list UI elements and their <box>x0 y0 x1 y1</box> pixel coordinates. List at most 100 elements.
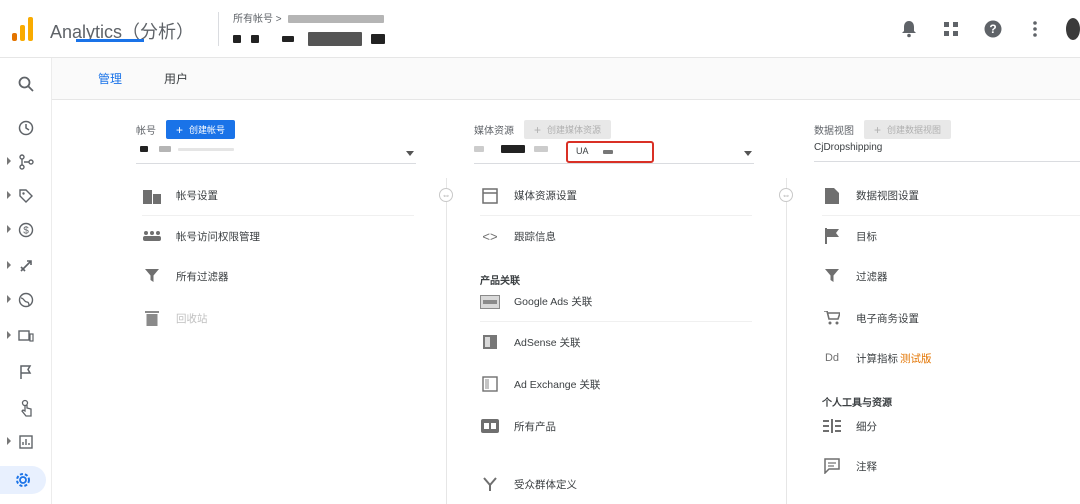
gear-icon[interactable] <box>0 466 46 494</box>
list-item[interactable]: 目标 <box>822 216 1080 256</box>
account-header-label: 帐号 <box>136 126 156 137</box>
list-item[interactable]: 受众群体定义 <box>480 464 752 504</box>
all-products-label: 所有产品 <box>514 420 556 433</box>
plus-icon: + <box>534 122 542 137</box>
breadcrumb[interactable]: 所有帐号 > <box>233 10 385 25</box>
list-item[interactable]: <> 跟踪信息 <box>480 216 752 256</box>
trash-icon <box>142 308 162 328</box>
audience-icon <box>480 474 500 494</box>
create-view-button[interactable]: + 创建数据视图 <box>864 120 952 139</box>
create-property-label: 创建媒体资源 <box>547 125 602 135</box>
calculated-metrics-label: 计算指标 <box>856 352 898 365</box>
apps-grid-icon[interactable] <box>940 18 962 40</box>
create-account-button[interactable]: + 创建帐号 <box>166 120 236 139</box>
filters-label: 过滤器 <box>856 270 888 283</box>
top-icons: ? <box>898 17 1080 41</box>
list-item[interactable]: 注释 <box>822 446 1080 486</box>
chevron-down-icon <box>744 151 752 156</box>
list-item[interactable]: 细分 <box>822 406 1080 446</box>
help-icon[interactable]: ? <box>982 18 1004 40</box>
plus-icon: + <box>874 122 882 137</box>
list-item[interactable]: AdSense 关联 <box>480 322 752 362</box>
flag-icon[interactable] <box>0 358 52 386</box>
tab-admin[interactable]: 管理 <box>98 70 122 87</box>
goal-flag-icon <box>822 226 842 246</box>
list-item[interactable]: 媒体资源设置 <box>480 176 752 216</box>
list-item[interactable]: 电子商务设置 <box>822 298 1080 338</box>
create-view-label: 创建数据视图 <box>887 125 942 135</box>
list-item[interactable]: 所有过滤器 <box>142 256 414 296</box>
list-item[interactable]: Dd 计算指标 测试版 <box>822 338 1080 378</box>
tracking-id-highlight[interactable]: UA <box>566 141 654 163</box>
adsense-icon <box>480 332 500 352</box>
calculated-metrics-icon: Dd <box>824 352 840 364</box>
segments-icon <box>822 416 842 436</box>
more-vert-icon[interactable] <box>1024 18 1046 40</box>
account-access-label: 帐号访问权限管理 <box>176 230 260 243</box>
list-item[interactable]: Google Ads 关联 <box>480 282 752 322</box>
all-filters-label: 所有过滤器 <box>176 270 229 283</box>
filter-icon <box>822 266 842 286</box>
filter-icon <box>142 266 162 286</box>
customization-icon[interactable] <box>0 148 52 176</box>
list-item[interactable]: 过滤器 <box>822 256 1080 296</box>
bell-icon[interactable] <box>898 18 920 40</box>
annotations-label: 注释 <box>856 460 877 473</box>
admin-tabs: 管理 用户 <box>52 58 1080 100</box>
tracking-info-label: 跟踪信息 <box>514 230 556 243</box>
column-divider <box>786 178 787 504</box>
ad-exchange-icon <box>480 374 500 394</box>
breadcrumb-all-accounts[interactable]: 所有帐号 > <box>233 14 282 25</box>
view-settings-label: 数据视图设置 <box>856 190 919 202</box>
list-item[interactable]: 回收站 <box>142 298 414 338</box>
header-divider <box>218 12 219 46</box>
view-column: 数据视图 + 创建数据视图 CjDropshipping 数据视图设置 目标 过… <box>814 100 1080 504</box>
view-dropdown[interactable]: CjDropshipping <box>814 142 1080 162</box>
acquisition-icon[interactable] <box>0 252 52 280</box>
shopping-cart-icon <box>822 308 842 328</box>
globe-icon[interactable] <box>0 286 52 314</box>
avatar[interactable] <box>1066 18 1080 40</box>
ecommerce-settings-label: 电子商务设置 <box>856 312 919 325</box>
audience-definitions-label: 受众群体定义 <box>514 478 577 491</box>
people-icon <box>142 226 162 246</box>
list-item[interactable]: 数据视图设置 <box>822 176 1080 216</box>
google-ads-icon <box>480 292 500 312</box>
building-icon <box>142 186 162 206</box>
list-item[interactable]: 帐号设置 <box>142 176 414 216</box>
devices-icon[interactable] <box>0 322 52 350</box>
plus-icon: + <box>176 122 184 137</box>
account-dropdown[interactable] <box>136 144 416 164</box>
report-icon[interactable] <box>0 428 52 456</box>
view-column-header: 数据视图 + 创建数据视图 <box>814 120 952 139</box>
account-selector[interactable] <box>233 30 385 46</box>
column-link-icon: ⇔ <box>439 188 453 202</box>
ad-exchange-link-label: Ad Exchange 关联 <box>514 378 601 391</box>
tag-icon[interactable] <box>0 182 52 210</box>
document-icon <box>822 186 842 206</box>
view-header-label: 数据视图 <box>814 126 854 137</box>
touch-icon[interactable] <box>0 394 52 422</box>
account-settings-label: 帐号设置 <box>176 190 218 202</box>
create-property-button[interactable]: + 创建媒体资源 <box>524 120 612 139</box>
search-icon[interactable] <box>0 70 52 98</box>
list-item[interactable]: 所有产品 <box>480 406 752 446</box>
create-account-label: 创建帐号 <box>189 125 226 135</box>
list-item[interactable]: Ad Exchange 关联 <box>480 364 752 404</box>
segments-label: 细分 <box>856 420 877 433</box>
adsense-link-label: AdSense 关联 <box>514 336 581 349</box>
left-navigation-rail: $ <box>0 58 52 504</box>
goals-label: 目标 <box>856 230 877 243</box>
dollar-icon[interactable]: $ <box>0 216 52 244</box>
analytics-logo[interactable] <box>10 15 36 41</box>
trash-label: 回收站 <box>176 312 208 325</box>
chevron-down-icon <box>406 151 414 156</box>
top-bar: Analytics（分析） 所有帐号 > ? <box>0 0 1080 58</box>
beta-badge: 测试版 <box>900 352 932 365</box>
clock-icon[interactable] <box>0 114 52 142</box>
annotation-comment-icon <box>822 456 842 476</box>
property-column-header: 媒体资源 + 创建媒体资源 <box>474 120 612 139</box>
list-item[interactable]: 帐号访问权限管理 <box>142 216 414 256</box>
tab-user[interactable]: 用户 <box>164 70 188 87</box>
redacted-text <box>288 15 385 24</box>
